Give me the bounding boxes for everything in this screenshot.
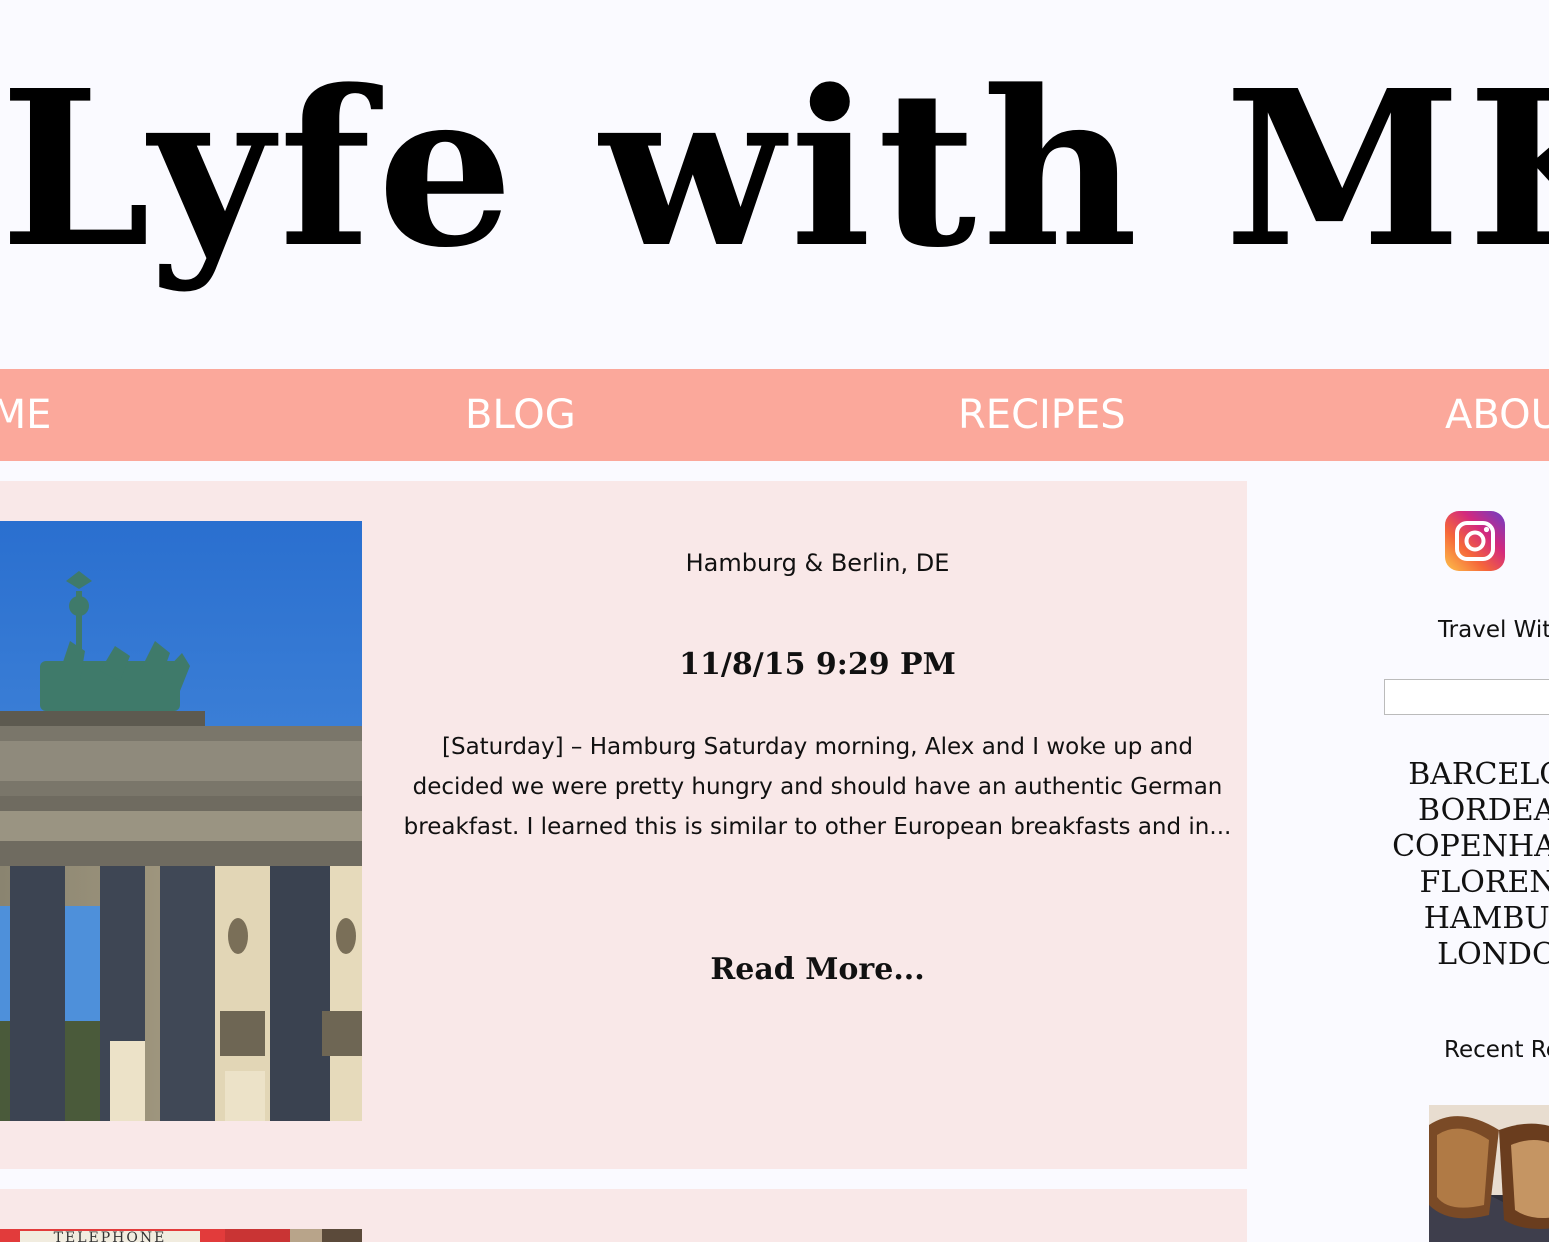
blog-post-card: Hamburg & Berlin, DE 11/8/15 9:29 PM [Sa… (0, 481, 1247, 1169)
nav-item-recipes[interactable]: RECIPES (958, 369, 1126, 461)
nav-item-about[interactable]: ABOUT (1445, 369, 1549, 461)
city-link-bordeaux[interactable]: BORDEAUX (1380, 793, 1549, 829)
recent-recipe-thumbnail[interactable] (1429, 1105, 1549, 1242)
banana-bread-photo (1429, 1105, 1549, 1242)
read-more-link[interactable]: Read More... (390, 952, 1245, 987)
nav-item-home[interactable]: HOME (0, 369, 51, 461)
post-thumbnail-brandenburg-gate[interactable] (0, 521, 362, 1121)
post-location: Hamburg & Berlin, DE (685, 549, 950, 577)
brandenburg-gate-photo (0, 521, 362, 1121)
sidebar-search-input[interactable] (1384, 679, 1549, 715)
main-nav: HOME BLOG RECIPES ABOUT (0, 369, 1549, 461)
blog-post-card: TELEPHONE (0, 1189, 1247, 1242)
travel-with-heading: Travel With (1438, 617, 1549, 643)
nav-item-blog[interactable]: BLOG (465, 369, 576, 461)
site-title[interactable]: Lyfe with MK (0, 40, 1549, 300)
instagram-icon-graphic (1445, 511, 1505, 571)
post-excerpt: [Saturday] – Hamburg Saturday morning, A… (403, 734, 1232, 840)
page: Lyfe with MK HOME BLOG RECIPES ABOUT (0, 0, 1549, 1242)
instagram-icon[interactable] (1445, 511, 1505, 571)
city-link-copenhagen[interactable]: COPENHAGEN (1380, 829, 1549, 865)
telephone-box-photo: TELEPHONE (0, 1229, 362, 1242)
city-link-barcelona[interactable]: BARCELONA (1380, 757, 1549, 793)
city-link-florence[interactable]: FLORENCE (1380, 865, 1549, 901)
post-date: 11/8/15 9:29 PM (679, 647, 956, 682)
post-thumbnail-telephone-box[interactable]: TELEPHONE (0, 1229, 362, 1242)
city-list: BARCELONA BORDEAUX COPENHAGEN FLORENCE H… (1380, 757, 1549, 973)
telephone-sign-text: TELEPHONE (54, 1230, 167, 1242)
city-link-london[interactable]: LONDON (1380, 937, 1549, 973)
recent-recipes-heading: Recent Recipes (1444, 1037, 1549, 1063)
city-link-hamburg[interactable]: HAMBURG (1380, 901, 1549, 937)
